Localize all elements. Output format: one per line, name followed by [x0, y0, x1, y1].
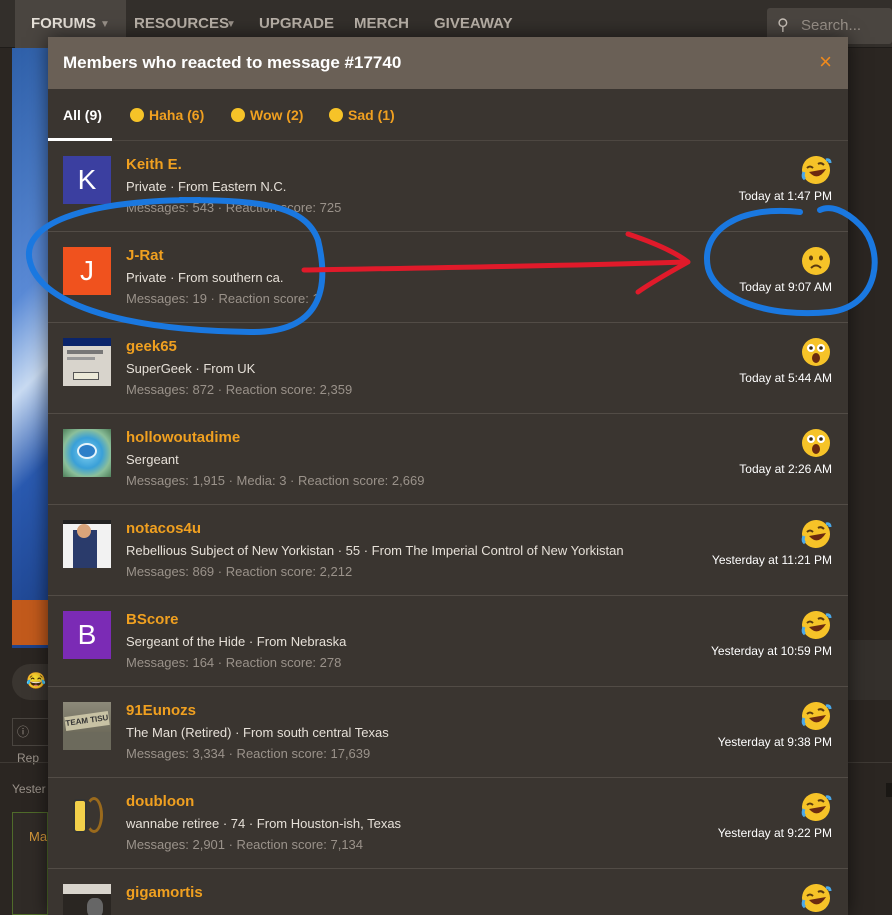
username-link[interactable]: geek65 — [126, 338, 177, 355]
emoji-face — [802, 247, 830, 275]
username-link[interactable]: BScore — [126, 611, 179, 628]
avatar[interactable]: TEAM TISU — [63, 702, 111, 750]
reaction-time: Today at 1:47 PM — [738, 189, 832, 203]
user-stats: Messages: 164 · Reaction score: 278 — [126, 655, 342, 670]
user-stats: Messages: 2,901 · Reaction score: 7,134 — [126, 837, 364, 852]
avatar[interactable] — [63, 520, 111, 568]
wow-emoji-icon — [231, 108, 245, 122]
user-stats: Messages: 1,915 · Media: 3 · Reaction sc… — [126, 473, 425, 488]
quote-box: Ma — [12, 812, 48, 915]
close-icon[interactable]: × — [819, 50, 832, 74]
tab-sad[interactable]: Sad (1) — [329, 107, 395, 123]
user-stats: Messages: 543 · Reaction score: 725 — [126, 200, 342, 215]
reaction-time: Yesterday at 9:38 PM — [717, 735, 832, 749]
user-title: SuperGeek · From UK — [126, 361, 256, 376]
haha-emoji-icon — [801, 793, 832, 821]
avatar[interactable]: B — [63, 611, 111, 659]
reaction-time: Yesterday at 9:22 PM — [717, 826, 832, 840]
wow-emoji-icon — [802, 338, 830, 366]
reaction-time: Today at 9:07 AM — [739, 280, 832, 294]
chevron-down-icon[interactable]: ▼ — [100, 19, 110, 30]
timestamp: Yester — [12, 782, 46, 796]
reaction-time: Yesterday at 10:59 PM — [711, 644, 832, 658]
username-link[interactable]: notacos4u — [126, 520, 201, 537]
list-item: gigamortis — [48, 869, 848, 915]
list-item: doubloon wannabe retiree · 74 · From Hou… — [48, 778, 848, 869]
side-panel — [848, 640, 892, 700]
haha-emoji-icon — [801, 884, 832, 912]
chevron-down-icon[interactable]: ▼ — [226, 19, 236, 30]
username-link[interactable]: gigamortis — [126, 884, 203, 901]
reactions-modal: Members who reacted to message #17740 × … — [48, 37, 848, 915]
background-image-footer — [12, 600, 52, 645]
emoji-pupil — [819, 346, 823, 350]
modal-title: Members who reacted to message #17740 — [63, 53, 402, 72]
avatar[interactable] — [63, 793, 111, 841]
avatar[interactable]: K — [63, 156, 111, 204]
user-title: Private · From Eastern N.C. — [126, 179, 287, 194]
emoji-eye — [819, 255, 823, 261]
user-title: Rebellious Subject of New Yorkistan · 55… — [126, 543, 624, 558]
list-item: hollowoutadime Sergeant Messages: 1,915 … — [48, 414, 848, 505]
haha-emoji-icon — [801, 702, 832, 730]
username-link[interactable]: J-Rat — [126, 247, 164, 264]
username-link[interactable]: hollowoutadime — [126, 429, 240, 446]
avatar[interactable]: J — [63, 247, 111, 295]
report-button[interactable]: ⓘ Rep — [12, 718, 52, 765]
background-image — [12, 48, 52, 648]
user-stats: Messages: 872 · Reaction score: 2,359 — [126, 382, 353, 397]
list-item: J J-Rat Private · From southern ca. Mess… — [48, 232, 848, 323]
scroll-marker — [886, 783, 892, 797]
reaction-time: Today at 2:26 AM — [739, 462, 832, 476]
reaction-time: Yesterday at 11:21 PM — [711, 553, 832, 567]
username-link[interactable]: Keith E. — [126, 156, 182, 173]
list-item: B BScore Sergeant of the Hide · From Neb… — [48, 596, 848, 687]
avatar[interactable] — [63, 429, 111, 477]
tab-all[interactable]: All (9) — [63, 107, 102, 123]
haha-emoji-icon — [801, 520, 832, 548]
user-title: Private · From southern ca. — [126, 270, 284, 285]
user-title: Sergeant of the Hide · From Nebraska — [126, 634, 347, 649]
user-stats: Messages: 19 · Reaction score: 1 — [126, 291, 320, 306]
emoji-eye — [809, 255, 813, 261]
username-link[interactable]: 91Eunozs — [126, 702, 196, 719]
haha-emoji-icon — [801, 156, 832, 184]
emoji-mouth — [812, 353, 820, 363]
emoji-pupil — [819, 437, 823, 441]
haha-emoji-icon — [801, 611, 832, 639]
wow-emoji-icon — [802, 429, 830, 457]
user-title: Sergeant — [126, 452, 179, 467]
list-item: geek65 SuperGeek · From UK Messages: 872… — [48, 323, 848, 414]
user-stats: Messages: 869 · Reaction score: 2,212 — [126, 564, 353, 579]
tab-wow[interactable]: Wow (2) — [231, 107, 303, 123]
reaction-pill[interactable]: 😂 — [12, 664, 52, 700]
emoji-mouth — [812, 444, 820, 454]
user-stats: Messages: 3,334 · Reaction score: 17,639 — [126, 746, 371, 761]
list-item: TEAM TISU 91Eunozs The Man (Retired) · F… — [48, 687, 848, 778]
reactor-list: K Keith E. Private · From Eastern N.C. M… — [48, 141, 848, 915]
user-title: wannabe retiree · 74 · From Houston-ish,… — [126, 816, 402, 831]
reaction-tabs: All (9) Haha (6) Wow (2) Sad (1) — [48, 89, 848, 141]
avatar[interactable] — [63, 338, 111, 386]
tab-haha[interactable]: Haha (6) — [130, 107, 204, 123]
list-item: K Keith E. Private · From Eastern N.C. M… — [48, 141, 848, 232]
username-link[interactable]: doubloon — [126, 793, 194, 810]
modal-header: Members who reacted to message #17740 × — [48, 37, 848, 89]
user-title: The Man (Retired) · From south central T… — [126, 725, 389, 740]
list-item: notacos4u Rebellious Subject of New York… — [48, 505, 848, 596]
emoji-pupil — [809, 437, 813, 441]
emoji-pupil — [809, 346, 813, 350]
sad-emoji-icon — [802, 247, 830, 275]
haha-emoji-icon — [130, 108, 144, 122]
reaction-time: Today at 5:44 AM — [739, 371, 832, 385]
sad-emoji-icon — [329, 108, 343, 122]
avatar[interactable] — [63, 884, 111, 915]
